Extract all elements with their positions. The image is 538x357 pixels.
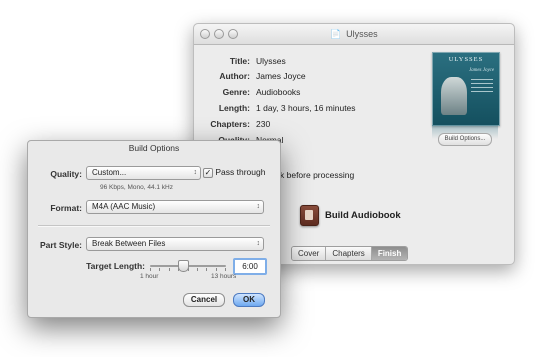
info-label: Length: [218,103,250,113]
divider [38,225,270,227]
build-audiobook-button[interactable]: Build Audiobook [300,205,401,226]
format-label: Format: [50,203,82,213]
dialog-title: Build Options [128,143,180,153]
info-value: 230 [256,119,271,129]
tab-finish[interactable]: Finish [371,247,408,260]
info-value: Ulysses [256,56,286,66]
info-row-title: Title: Ulysses [194,54,424,68]
slider-max-label: 13 hours [211,273,237,280]
pass-through-option[interactable]: ✓ Pass through [203,167,265,178]
window-title: Ulysses [346,29,378,39]
build-options-dialog: Build Options Quality: Custom... ↕ ✓ Pas… [27,140,281,318]
window-controls [200,29,238,39]
format-select[interactable]: M4A (AAC Music) ↕ [86,200,264,214]
cover-author: James Joyce [469,68,495,73]
cancel-button[interactable]: Cancel [183,293,225,307]
build-options-button[interactable]: Build Options... [438,133,492,146]
tab-chapters[interactable]: Chapters [326,247,372,260]
part-style-label: Part Style: [39,240,82,250]
audiobook-icon [300,205,319,226]
info-value: 1 day, 3 hours, 16 minutes [256,103,356,113]
zoom-window-button[interactable] [228,29,238,39]
info-row-chapters: Chapters: 230 [194,117,424,131]
info-row-author: Author: James Joyce [194,69,424,83]
tab-cover[interactable]: Cover [292,247,327,260]
quality-select[interactable]: Custom... ↕ [86,166,201,180]
part-style-select-value: Break Between Files [92,239,166,248]
format-select-value: M4A (AAC Music) [92,202,156,211]
step-tabs: Cover Chapters Finish [291,246,409,261]
slider-min-label: 1 hour [140,273,159,280]
info-row-length: Length: 1 day, 3 hours, 16 minutes [194,101,424,115]
info-value: Audiobooks [256,87,301,97]
cover-title: ULYSSES [448,56,484,63]
target-length-field[interactable]: 6:00 [233,258,267,275]
popup-arrows-icon: ↕ [193,169,198,176]
quality-hint: 96 Kbps, Mono, 44.1 kHz [100,184,173,191]
window-titlebar: 📄 Ulysses [194,24,514,45]
pass-through-checkbox[interactable]: ✓ [203,167,213,178]
info-row-genre: Genre: Audiobooks [194,85,424,99]
close-window-button[interactable] [200,29,210,39]
part-style-select[interactable]: Break Between Files ↕ [86,237,264,251]
quality-select-value: Custom... [92,168,127,177]
quality-label: Quality: [50,169,82,179]
target-length-label: Target Length: [86,261,145,271]
info-label: Chapters: [210,119,250,129]
portrait-image [441,77,467,115]
popup-arrows-icon: ↕ [256,203,261,210]
ok-button[interactable]: OK [233,293,265,307]
info-label: Title: [229,56,250,66]
build-audiobook-label: Build Audiobook [325,210,401,221]
document-icon: 📄 [330,29,342,39]
minimize-window-button[interactable] [214,29,224,39]
info-label: Genre: [222,87,250,97]
process-check-label: k before processing [280,170,355,180]
target-length-slider-knob[interactable] [178,260,190,272]
popup-arrows-icon: ↕ [256,240,261,247]
cover-text-lines [471,79,493,107]
pass-through-label: Pass through [215,167,266,177]
cover-art[interactable]: ULYSSES James Joyce [432,52,500,126]
info-label: Author: [219,71,250,81]
info-value: James Joyce [256,71,306,81]
